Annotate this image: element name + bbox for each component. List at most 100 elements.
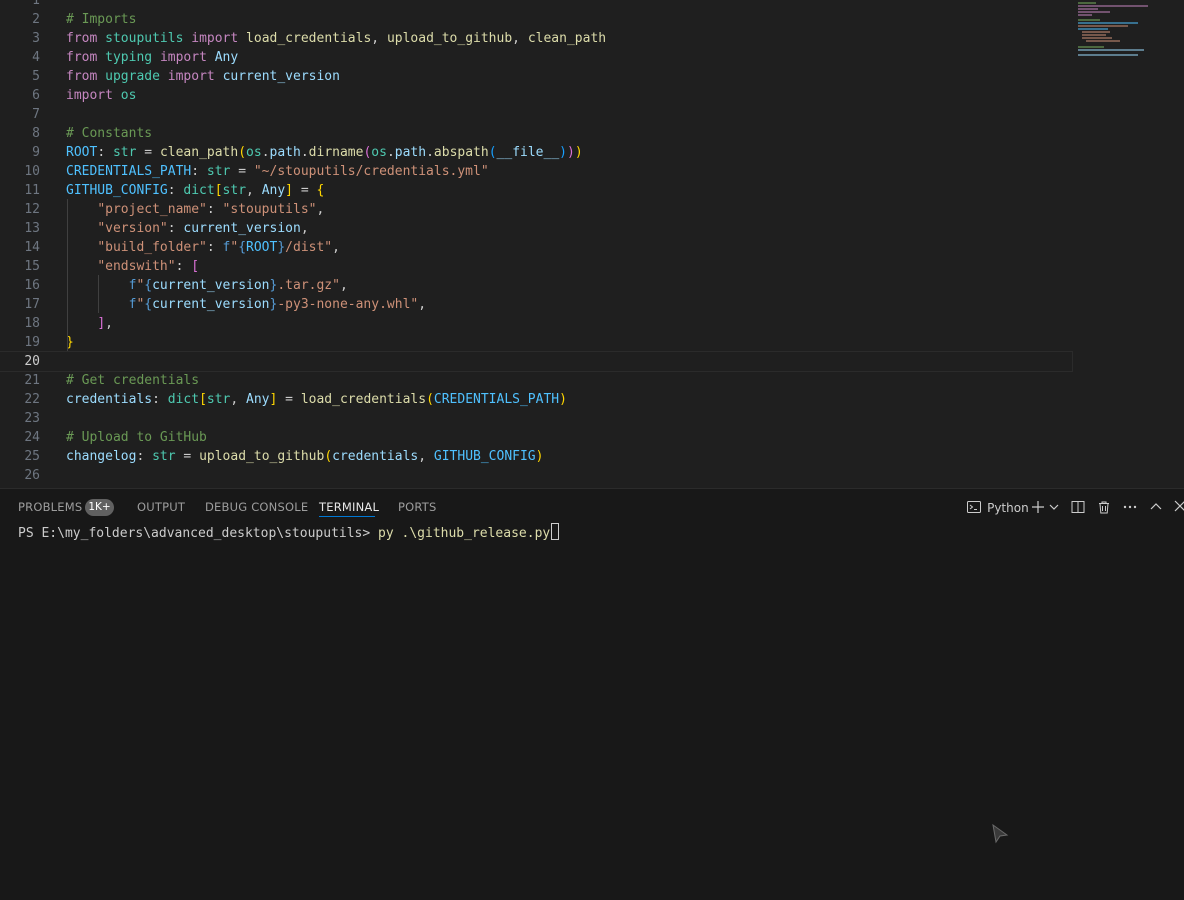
- terminal-icon: [967, 501, 981, 513]
- code-text: ROOT: str = clean_path(os.path.dirname(o…: [66, 143, 583, 162]
- code-line[interactable]: 24 # Upload to GitHub: [0, 428, 1072, 447]
- code-line[interactable]: 15 "endswith": [: [0, 257, 1072, 276]
- code-line[interactable]: 7: [0, 105, 1072, 124]
- code-token: }: [277, 240, 286, 255]
- code-line[interactable]: 20: [0, 351, 1073, 372]
- code-token: credentials: [66, 392, 153, 407]
- code-line[interactable]: 16 f"{current_version}.tar.gz",: [0, 276, 1072, 295]
- code-token: :: [152, 392, 168, 407]
- code-line[interactable]: 5 from upgrade import current_version: [0, 67, 1072, 86]
- code-token: __file__: [496, 145, 560, 160]
- code-token: (: [488, 145, 497, 160]
- tab-terminal[interactable]: TERMINAL: [319, 500, 379, 514]
- code-line[interactable]: 19}: [0, 333, 1072, 352]
- code-line[interactable]: 2 # Imports: [0, 10, 1072, 29]
- code-line[interactable]: 4 from typing import Any: [0, 48, 1072, 67]
- tab-ports[interactable]: PORTS: [398, 500, 436, 514]
- code-line[interactable]: 21 # Get credentials: [0, 371, 1072, 390]
- chevron-down-icon[interactable]: [1049, 503, 1059, 511]
- code-line[interactable]: 25 changelog: str = upload_to_github(cred…: [0, 447, 1072, 466]
- code-line[interactable]: 22 credentials: dict[str, Any] = load_cre…: [0, 390, 1072, 409]
- code-token: ,: [230, 392, 247, 407]
- line-number: 22: [24, 392, 40, 407]
- code-line[interactable]: 9 ROOT: str = clean_path(os.path.dirname(…: [0, 143, 1072, 162]
- code-token: (: [426, 392, 434, 407]
- code-token: ]: [285, 183, 293, 198]
- line-number: 20: [24, 354, 40, 369]
- terminal-output[interactable]: PS E:\my_folders\advanced_desktop\stoupu…: [18, 523, 560, 541]
- code-text: # Constants: [66, 124, 152, 143]
- code-token: -py3-none-any.whl": [277, 297, 419, 312]
- code-token: os: [246, 145, 262, 160]
- code-line[interactable]: 3 from stouputils import load_credentials…: [0, 29, 1072, 48]
- code-line[interactable]: 11 GITHUB_CONFIG: dict[str, Any] = {: [0, 181, 1072, 200]
- code-token: {: [144, 278, 153, 293]
- active-tab-indicator: [319, 516, 375, 517]
- code-line[interactable]: 14 "build_folder": f"{ROOT}/dist",: [0, 238, 1072, 257]
- code-token: GITHUB_CONFIG: [433, 449, 536, 464]
- line-number: 13: [24, 221, 40, 236]
- code-token: ROOT: [66, 145, 98, 160]
- tab-problems[interactable]: PROBLEMS: [18, 500, 82, 514]
- indent-guide: [98, 275, 99, 313]
- code-token: =: [136, 145, 160, 160]
- code-line[interactable]: 26: [0, 466, 1072, 485]
- code-token: typing: [105, 50, 153, 65]
- line-number: 2: [32, 12, 40, 27]
- code-token: ]: [97, 316, 106, 331]
- code-line[interactable]: 6 import os: [0, 86, 1072, 105]
- code-token: "endswith": [97, 259, 176, 274]
- more-icon[interactable]: [1123, 505, 1137, 509]
- code-token: current_version: [152, 278, 270, 293]
- code-token: upgrade: [105, 69, 160, 84]
- code-line[interactable]: 1: [0, 0, 1072, 10]
- split-icon[interactable]: [1071, 500, 1085, 514]
- code-token: "build_folder": [97, 240, 207, 255]
- code-line[interactable]: 18 ],: [0, 314, 1072, 333]
- code-token: .: [426, 145, 434, 160]
- code-token: upload_to_github: [386, 31, 513, 46]
- code-token: {: [238, 240, 247, 255]
- tab-output[interactable]: OUTPUT: [137, 500, 185, 514]
- code-line[interactable]: 10 CREDENTIALS_PATH: str = "~/stouputils/…: [0, 162, 1072, 181]
- code-line[interactable]: 23: [0, 409, 1072, 428]
- code-text: ],: [66, 314, 113, 333]
- minimap[interactable]: [1078, 0, 1158, 60]
- code-token: dict: [183, 183, 215, 198]
- code-token: ,: [339, 278, 348, 293]
- code-text: "version": current_version,: [66, 219, 308, 238]
- code-token: Any: [246, 392, 270, 407]
- line-number: 9: [32, 145, 40, 160]
- code-token: current_version: [152, 297, 270, 312]
- code-editor[interactable]: 1 2 # Imports 3 from stouputils import load_…: [0, 0, 1184, 488]
- code-token: load_credentials: [300, 392, 427, 407]
- code-line[interactable]: 12 "project_name": "stouputils",: [0, 200, 1072, 219]
- code-token: upload_to_github: [199, 449, 325, 464]
- maximize-icon[interactable]: [1150, 502, 1162, 510]
- code-token: (: [238, 145, 247, 160]
- code-token: "stouputils": [222, 202, 317, 217]
- code-text: GITHUB_CONFIG: dict[str, Any] = {: [66, 181, 324, 200]
- code-token: changelog: [66, 449, 137, 464]
- line-number: 26: [24, 468, 40, 483]
- code-token: current_version: [222, 69, 340, 84]
- line-number: 19: [24, 335, 40, 350]
- problems-count-badge: 1K+: [85, 499, 114, 516]
- code-token: ,: [246, 183, 262, 198]
- code-line[interactable]: 17 f"{current_version}-py3-none-any.whl"…: [0, 295, 1072, 314]
- plus-icon[interactable]: [1031, 500, 1045, 514]
- code-token: :: [191, 164, 207, 179]
- close-icon[interactable]: [1174, 500, 1184, 512]
- terminal-profile-button[interactable]: Python: [966, 497, 1029, 516]
- code-line[interactable]: 13 "version": current_version,: [0, 219, 1072, 238]
- tab-debug-console[interactable]: DEBUG CONSOLE: [205, 500, 308, 514]
- trash-icon[interactable]: [1097, 500, 1111, 514]
- code-line[interactable]: 8 # Constants: [0, 124, 1072, 143]
- line-number: 14: [24, 240, 40, 255]
- code-text: "endswith": [: [66, 257, 199, 276]
- code-token: load_credentials: [246, 31, 372, 46]
- terminal-command: py .\github_release.py: [378, 526, 551, 541]
- line-number: 5: [32, 69, 40, 84]
